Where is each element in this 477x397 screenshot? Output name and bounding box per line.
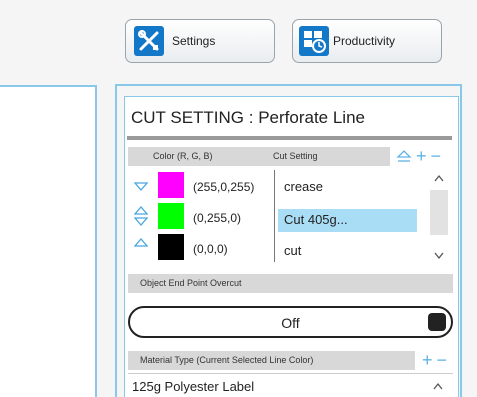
toggle-knob <box>428 313 446 331</box>
productivity-icon <box>299 26 329 56</box>
rgb-value: (0,255,0) <box>193 211 242 225</box>
eject-icon[interactable] <box>396 148 412 164</box>
overcut-toggle-value: Off <box>281 315 300 331</box>
add-material-icon[interactable]: + <box>422 351 433 369</box>
material-controls: + − <box>422 351 447 369</box>
cut-setting-value: Cut 405g... <box>284 212 348 227</box>
remove-material-icon[interactable]: − <box>437 351 448 369</box>
rgb-value: (255,0,255) <box>193 180 255 194</box>
cut-column-header: Cut Setting <box>273 151 318 161</box>
cut-setting-value: crease <box>284 179 324 194</box>
scroll-up-icon[interactable] <box>434 174 444 182</box>
column-divider <box>274 170 275 262</box>
color-swatch <box>158 203 184 229</box>
rgb-value: (0,0,0) <box>193 242 228 256</box>
remove-icon[interactable]: − <box>431 147 442 165</box>
color-list-header: Color (R, G, B) Cut Setting <box>128 147 390 166</box>
overcut-header: Object End Point Overcut <box>128 274 453 293</box>
material-value: 125g Polyester Label <box>132 379 255 394</box>
color-list-controls: + − <box>396 147 441 165</box>
color-swatch <box>158 234 184 260</box>
productivity-label: Productivity <box>333 34 396 48</box>
color-column-header: Color (R, G, B) <box>153 151 213 161</box>
cut-setting-value: cut <box>284 243 302 258</box>
move-down-icon[interactable] <box>134 182 148 192</box>
settings-button[interactable]: Settings <box>125 19 275 63</box>
settings-label: Settings <box>172 34 216 48</box>
productivity-button[interactable]: Productivity <box>292 19 442 63</box>
overcut-header-label: Object End Point Overcut <box>140 278 242 288</box>
material-header-label: Material Type (Current Selected Line Col… <box>140 355 314 365</box>
material-header: Material Type (Current Selected Line Col… <box>128 351 415 370</box>
scroll-thumb[interactable] <box>430 190 448 235</box>
move-up-down-icon[interactable] <box>134 205 148 227</box>
move-up-icon[interactable] <box>134 237 148 247</box>
add-icon[interactable]: + <box>416 147 427 165</box>
title-divider <box>127 136 452 140</box>
overcut-toggle[interactable]: Off <box>128 306 453 338</box>
color-swatch <box>158 172 184 198</box>
scroll-down-icon[interactable] <box>434 252 444 260</box>
left-panel <box>0 85 97 397</box>
material-list[interactable]: 125g Polyester Label <box>128 373 453 397</box>
cut-setting-title: CUT SETTING : Perforate Line <box>131 108 365 127</box>
material-scroll-up-icon[interactable] <box>433 382 443 390</box>
tools-icon <box>134 26 164 56</box>
